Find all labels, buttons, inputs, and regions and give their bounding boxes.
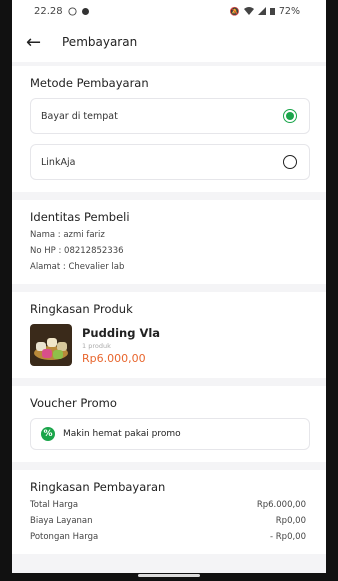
payment-option-label: LinkAja <box>41 156 76 168</box>
product-summary-section: Ringkasan Produk Pudding Vla 1 produk Rp… <box>12 292 326 378</box>
whatsapp-icon <box>68 6 77 16</box>
back-arrow-icon[interactable]: ← <box>26 32 48 53</box>
radio-selected-icon[interactable] <box>283 109 297 123</box>
mute-icon: 🔕 <box>229 6 240 16</box>
product-quantity: 1 produk <box>82 342 111 350</box>
buyer-identity-title: Identitas Pembeli <box>30 210 130 224</box>
page-title: Pembayaran <box>62 35 138 49</box>
battery-icon <box>269 8 275 15</box>
notification-dot-icon <box>81 7 89 15</box>
discount-icon: % <box>41 427 55 441</box>
divider <box>12 284 326 292</box>
product-image <box>30 324 72 366</box>
promo-button-label: Makin hemat pakai promo <box>63 429 181 439</box>
voucher-title: Voucher Promo <box>30 396 117 410</box>
divider <box>12 378 326 386</box>
status-time: 22.28 <box>34 5 63 17</box>
buyer-address: Alamat : Chevalier lab <box>30 262 125 272</box>
summary-value: Rp6.000,00 <box>256 500 306 510</box>
divider <box>12 192 326 200</box>
buyer-name: Nama : azmi fariz <box>30 230 105 240</box>
battery-percent: 72% <box>278 5 300 17</box>
voucher-section: Voucher Promo % Makin hemat pakai promo <box>12 386 326 462</box>
payment-method-title: Metode Pembayaran <box>30 76 149 90</box>
signal-icon <box>257 7 266 15</box>
summary-value: Rp0,00 <box>275 516 306 526</box>
payment-summary-title: Ringkasan Pembayaran <box>30 480 166 494</box>
app-screen: 22.28 🔕 72% ← Pembayaran Metode Pembayar… <box>12 0 326 573</box>
payment-option-label: Bayar di tempat <box>41 110 118 122</box>
promo-button[interactable]: % Makin hemat pakai promo <box>30 418 310 450</box>
product-name: Pudding Vla <box>82 326 161 340</box>
summary-label: Biaya Layanan <box>30 516 93 526</box>
buyer-identity-section: Identitas Pembeli Nama : azmi fariz No H… <box>12 200 326 284</box>
product-price: Rp6.000,00 <box>82 352 146 365</box>
payment-option-linkaja[interactable]: LinkAja <box>30 144 310 180</box>
summary-label: Total Harga <box>30 500 79 510</box>
product-summary-title: Ringkasan Produk <box>30 302 133 316</box>
system-nav-bar <box>12 573 326 581</box>
home-gesture-pill[interactable] <box>138 574 200 577</box>
app-bar: ← Pembayaran <box>12 22 326 62</box>
divider <box>12 462 326 470</box>
summary-value: - Rp0,00 <box>270 532 306 542</box>
summary-row-total: Total Harga Rp6.000,00 <box>30 500 310 510</box>
summary-row-service-fee: Biaya Layanan Rp0,00 <box>30 516 310 526</box>
buyer-phone: No HP : 08212852336 <box>30 246 124 256</box>
summary-label: Potongan Harga <box>30 532 99 542</box>
status-bar: 22.28 🔕 72% <box>12 0 326 22</box>
payment-method-section: Metode Pembayaran Bayar di tempat LinkAj… <box>12 66 326 192</box>
payment-option-cod[interactable]: Bayar di tempat <box>30 98 310 134</box>
phone-frame: 22.28 🔕 72% ← Pembayaran Metode Pembayar… <box>0 0 338 581</box>
wifi-icon <box>243 7 254 15</box>
product-item: Pudding Vla 1 produk Rp6.000,00 <box>30 324 310 366</box>
payment-summary-section: Ringkasan Pembayaran Total Harga Rp6.000… <box>12 470 326 554</box>
radio-unselected-icon[interactable] <box>283 155 297 169</box>
summary-row-discount: Potongan Harga - Rp0,00 <box>30 532 310 542</box>
